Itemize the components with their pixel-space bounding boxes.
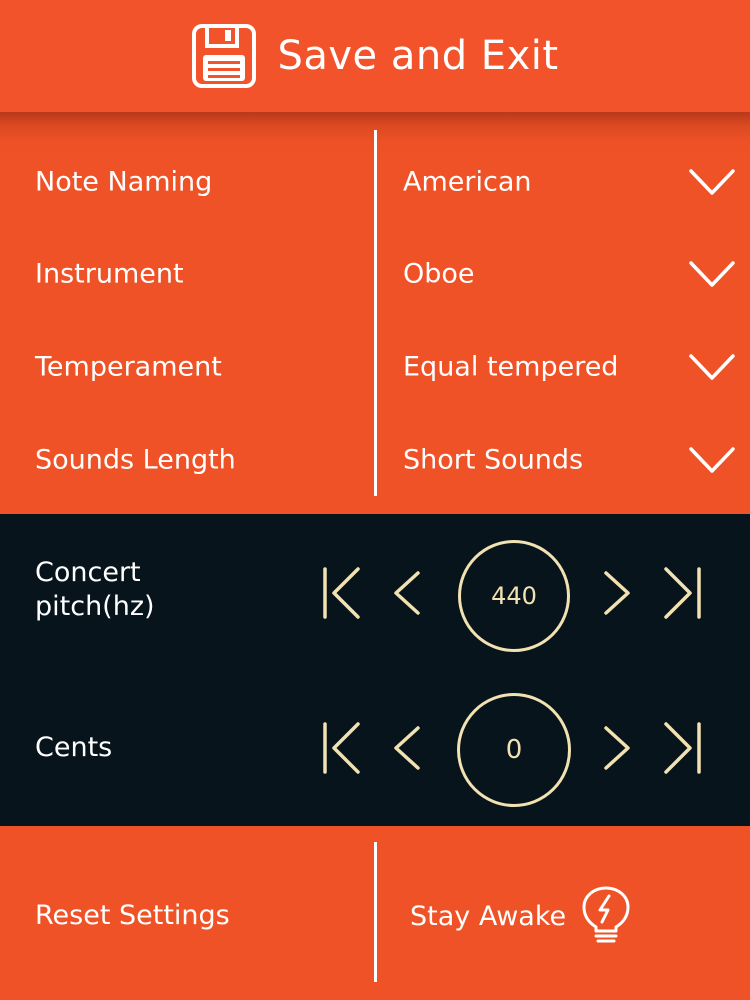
instrument-value: Oboe: [403, 258, 475, 290]
concert-pitch-label-line1: Concert: [35, 557, 141, 588]
cents-value-dial: 0: [457, 693, 571, 807]
instrument-dropdown[interactable]: Oboe: [376, 242, 750, 306]
pitch-controls-panel: Concert pitch(hz) 440 Cents 0: [0, 514, 750, 826]
cents-step-back-icon[interactable]: [388, 725, 424, 771]
note-naming-value: American: [403, 166, 532, 198]
temperament-value: Equal tempered: [403, 351, 619, 383]
cents-label: Cents: [35, 732, 113, 763]
sounds-length-dropdown[interactable]: Short Sounds: [376, 428, 750, 492]
sounds-length-label: Sounds Length: [35, 444, 236, 476]
instrument-label: Instrument: [35, 258, 184, 290]
floppy-disk-icon: [192, 24, 257, 88]
setting-row-sounds-length: Sounds Length Short Sounds: [0, 428, 750, 492]
cents-value: 0: [505, 735, 523, 765]
pitch-skip-back-icon[interactable]: [320, 566, 362, 620]
note-naming-label: Note Naming: [35, 166, 213, 198]
reset-settings-button[interactable]: Reset Settings: [35, 900, 230, 931]
note-naming-dropdown[interactable]: American: [376, 150, 750, 214]
footer-panel: Reset Settings Stay Awake: [0, 826, 750, 1000]
pitch-step-forward-icon[interactable]: [600, 570, 636, 616]
chevron-down-icon: [689, 354, 735, 380]
concert-pitch-label-line2: pitch(hz): [35, 591, 155, 622]
setting-row-instrument: Instrument Oboe: [0, 242, 750, 306]
pitch-step-back-icon[interactable]: [388, 570, 424, 616]
setting-row-note-naming: Note Naming American: [0, 150, 750, 214]
chevron-down-icon: [689, 447, 735, 473]
concert-pitch-value-dial: 440: [458, 540, 570, 652]
concert-pitch-value: 440: [491, 582, 537, 610]
cents-skip-forward-icon[interactable]: [662, 721, 704, 775]
footer-divider: [374, 842, 377, 982]
stay-awake-button[interactable]: Stay Awake: [410, 886, 634, 946]
settings-panel: Note Naming American Instrument Oboe Tem…: [0, 112, 750, 514]
concert-pitch-label: Concert pitch(hz): [35, 556, 155, 624]
setting-row-temperament: Temperament Equal tempered: [0, 335, 750, 399]
save-and-exit-button[interactable]: Save and Exit: [0, 0, 750, 112]
lightbulb-bolt-icon: [582, 886, 630, 943]
sounds-length-value: Short Sounds: [403, 444, 584, 476]
pitch-skip-forward-icon[interactable]: [662, 566, 704, 620]
stay-awake-label: Stay Awake: [410, 900, 567, 932]
temperament-label: Temperament: [35, 351, 222, 383]
cents-step-forward-icon[interactable]: [600, 725, 636, 771]
cents-skip-back-icon[interactable]: [320, 721, 362, 775]
temperament-dropdown[interactable]: Equal tempered: [376, 335, 750, 399]
chevron-down-icon: [689, 169, 735, 195]
save-and-exit-label: Save and Exit: [277, 33, 559, 79]
chevron-down-icon: [689, 261, 735, 287]
